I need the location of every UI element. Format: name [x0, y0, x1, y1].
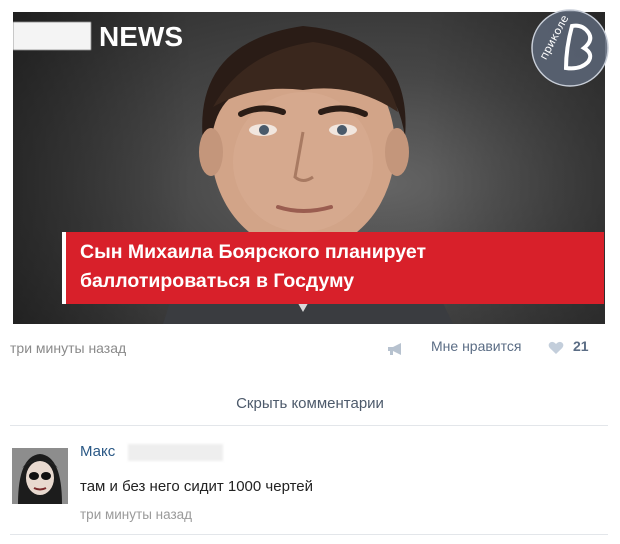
- post-timestamp[interactable]: три минуты назад: [10, 340, 126, 356]
- watermark-logo-icon: приколе: [531, 9, 609, 87]
- megaphone-icon[interactable]: [386, 342, 406, 356]
- news-post-image[interactable]: NEWS Сын Михаила Боярского планирует бал…: [13, 12, 605, 324]
- headline-banner: Сын Михаила Боярского планирует баллотир…: [62, 232, 604, 304]
- news-brand-label: NEWS: [99, 21, 183, 52]
- comments-divider: [10, 425, 608, 426]
- heart-icon[interactable]: [548, 341, 564, 355]
- brand-logo-redacted: [13, 22, 91, 50]
- avatar[interactable]: [12, 448, 68, 504]
- author-surname-redacted: [128, 444, 223, 461]
- hide-comments-link[interactable]: Скрыть комментарии: [0, 395, 620, 412]
- like-button-label[interactable]: Мне нравится: [431, 338, 521, 354]
- comment-text: там и без него сидит 1000 чертей: [80, 478, 314, 495]
- headline-line-1: Сын Михаила Боярского планирует: [80, 241, 427, 263]
- comment-timestamp[interactable]: три минуты назад: [80, 507, 192, 522]
- headline-line-2: баллотироваться в Госдуму: [80, 270, 355, 292]
- comment-bottom-divider: [10, 534, 608, 535]
- avatar-image: [12, 448, 68, 504]
- like-count[interactable]: 21: [573, 338, 589, 354]
- comment-author-name[interactable]: Макс: [80, 443, 115, 460]
